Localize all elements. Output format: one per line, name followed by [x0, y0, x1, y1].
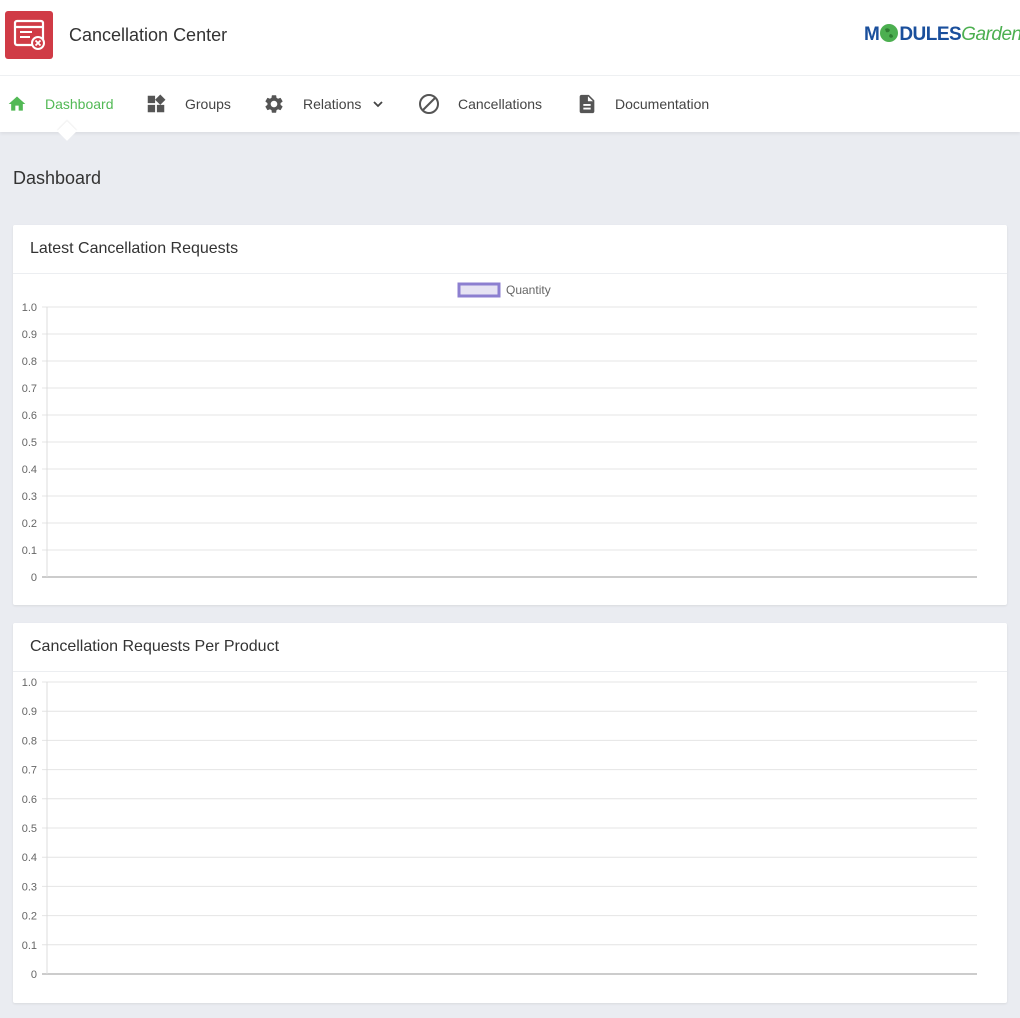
nav-item-relations[interactable]: Relations — [263, 76, 385, 132]
requests-per-product-panel: Cancellation Requests Per Product 1.0 0.9… — [13, 623, 1007, 1003]
logo-text-garden: Garden — [961, 24, 1020, 45]
y-tick-label: 0 — [31, 572, 37, 584]
home-icon — [6, 93, 28, 115]
per-product-chart: 1.0 0.9 0.8 0.7 0.6 0.5 0.4 0.3 0.2 0.1 0 — [22, 677, 977, 981]
document-icon — [576, 93, 598, 115]
gear-icon — [263, 93, 285, 115]
nav-item-cancellations[interactable]: Cancellations — [418, 76, 542, 132]
page-title: Dashboard — [13, 168, 102, 188]
y-tick-label: 0.4 — [22, 852, 37, 864]
y-tick-label: 0.8 — [22, 735, 37, 747]
app-icon — [5, 11, 53, 59]
logo-text-dules: DULES — [899, 24, 962, 45]
y-tick-label: 0.7 — [22, 383, 37, 395]
nav-item-groups[interactable]: Groups — [145, 76, 231, 132]
nav-label-groups: Groups — [185, 96, 231, 112]
modulesgarden-logo[interactable]: M DULESGarden — [864, 22, 1020, 48]
y-tick-label: 0.8 — [22, 356, 37, 368]
y-tick-label: 0.9 — [22, 329, 37, 341]
logo-text-m: M — [864, 24, 880, 45]
nav-label-relations: Relations — [303, 96, 362, 112]
legend-label: Quantity — [506, 283, 551, 297]
top-bar: Cancellation Center M DULESGarden — [0, 0, 1020, 76]
y-tick-label: 0.7 — [22, 765, 37, 777]
legend-swatch — [457, 282, 501, 298]
y-tick-label: 0.6 — [22, 410, 37, 422]
block-icon — [418, 93, 440, 115]
y-tick-label: 1.0 — [22, 677, 37, 689]
latest-cancellation-requests-panel: Latest Cancellation Requests 1.0 0.9 0.8 0.… — [13, 225, 1007, 605]
nav-label-cancellations: Cancellations — [458, 96, 543, 112]
cancellation-app-icon — [13, 19, 45, 50]
nav-label-dashboard: Dashboard — [45, 96, 114, 112]
nav-item-dashboard[interactable]: Dashboard — [6, 76, 114, 132]
y-tick-label: 0.5 — [22, 823, 37, 835]
logo-globe-icon — [879, 23, 899, 51]
y-tick-label: 0.6 — [22, 794, 37, 806]
y-tick-label: 0 — [31, 969, 37, 981]
main-navigation: Dashboard Groups Relations Cancellations… — [0, 76, 1020, 141]
y-tick-label: 0.2 — [22, 911, 37, 923]
y-tick-label: 0.1 — [22, 940, 37, 952]
y-tick-label: 0.2 — [22, 518, 37, 530]
panel-title: Cancellation Requests Per Product — [13, 623, 1007, 672]
latest-requests-chart: 1.0 0.9 0.8 0.7 0.6 0.5 0.4 0.3 0.2 0.1 0 Quantity — [22, 282, 977, 584]
nav-item-documentation[interactable]: Documentation — [576, 76, 709, 132]
y-tick-label: 1.0 — [22, 302, 37, 314]
app-title: Cancellation Center — [69, 25, 228, 45]
y-tick-label: 0.9 — [22, 706, 37, 718]
panel-title: Latest Cancellation Requests — [13, 225, 1007, 274]
y-tick-label: 0.3 — [22, 491, 37, 503]
chevron-down-icon — [371, 97, 385, 111]
y-tick-label: 0.3 — [22, 881, 37, 893]
y-tick-label: 0.5 — [22, 437, 37, 449]
widgets-icon — [145, 93, 167, 115]
y-tick-label: 0.1 — [22, 545, 37, 557]
legend[interactable]: Quantity — [457, 282, 551, 298]
nav-label-documentation: Documentation — [615, 96, 710, 112]
y-tick-label: 0.4 — [22, 464, 37, 476]
